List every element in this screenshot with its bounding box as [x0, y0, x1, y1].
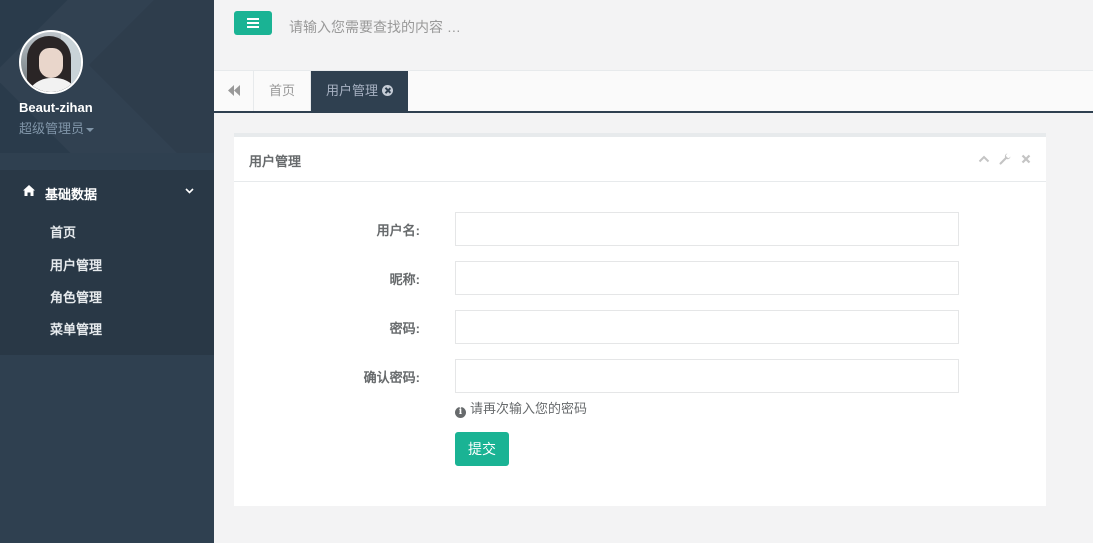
panel-divider [234, 181, 1046, 182]
sidebar: Beaut-zihan 超级管理员 基础数据 首页 用户管理 角色管理 菜单管理 [0, 0, 214, 543]
home-icon [23, 185, 35, 196]
username-field[interactable] [455, 212, 959, 246]
profile-role: 超级管理员 [19, 121, 85, 136]
caret-down-icon [86, 127, 95, 132]
confirm-password-label: 确认密码: [363, 370, 420, 385]
sidebar-item-menu-management[interactable]: 菜单管理 [50, 319, 102, 338]
profile-role-dropdown[interactable]: 超级管理员 [19, 118, 95, 137]
confirm-password-field[interactable] [455, 359, 959, 393]
search-input[interactable]: 请输入您需要查找的内容 … [289, 17, 461, 37]
profile-header: Beaut-zihan 超级管理员 [0, 0, 214, 153]
nickname-label: 昵称: [389, 272, 420, 287]
tab-bar: 首页 用户管理 [214, 71, 1093, 113]
user-management-panel: 用户管理 用户名: 昵称: 密码: 确认密码: i 请再次输入您的密码 提交 [234, 133, 1046, 506]
profile-name: Beaut-zihan [19, 100, 93, 115]
help-text-label: 请再次输入您的密码 [470, 401, 588, 416]
submit-button[interactable]: 提交 [455, 432, 509, 466]
sidebar-item-home[interactable]: 首页 [50, 222, 76, 241]
tab-scroll-left-button[interactable] [214, 71, 254, 111]
tab-user-management[interactable]: 用户管理 [311, 71, 408, 111]
sidebar-item-role-management[interactable]: 角色管理 [50, 287, 102, 306]
chevron-down-icon [185, 188, 194, 194]
sidebar-group-header[interactable]: 基础数据 [0, 170, 214, 212]
double-left-icon [228, 85, 240, 96]
nickname-field[interactable] [455, 261, 959, 295]
menu-toggle-button[interactable] [234, 11, 272, 35]
tab-home[interactable]: 首页 [254, 71, 311, 111]
help-text: i 请再次输入您的密码 [455, 398, 587, 418]
top-navbar: 请输入您需要查找的内容 … [214, 0, 1093, 71]
password-label: 密码: [389, 321, 420, 336]
sidebar-group-basic-data: 基础数据 首页 用户管理 角色管理 菜单管理 [0, 170, 214, 355]
avatar[interactable] [19, 30, 83, 94]
wrench-icon[interactable] [999, 153, 1011, 165]
password-field[interactable] [455, 310, 959, 344]
menu-icon [247, 18, 259, 20]
sidebar-item-user-management[interactable]: 用户管理 [50, 255, 102, 274]
close-icon[interactable] [1020, 153, 1032, 165]
panel-title: 用户管理 [249, 154, 302, 169]
username-label: 用户名: [376, 223, 420, 238]
info-icon: i [455, 407, 466, 418]
sidebar-group-label: 基础数据 [45, 187, 98, 202]
chevron-up-icon[interactable] [978, 153, 990, 165]
close-icon[interactable] [382, 85, 393, 96]
tab-label: 用户管理 [326, 83, 379, 98]
